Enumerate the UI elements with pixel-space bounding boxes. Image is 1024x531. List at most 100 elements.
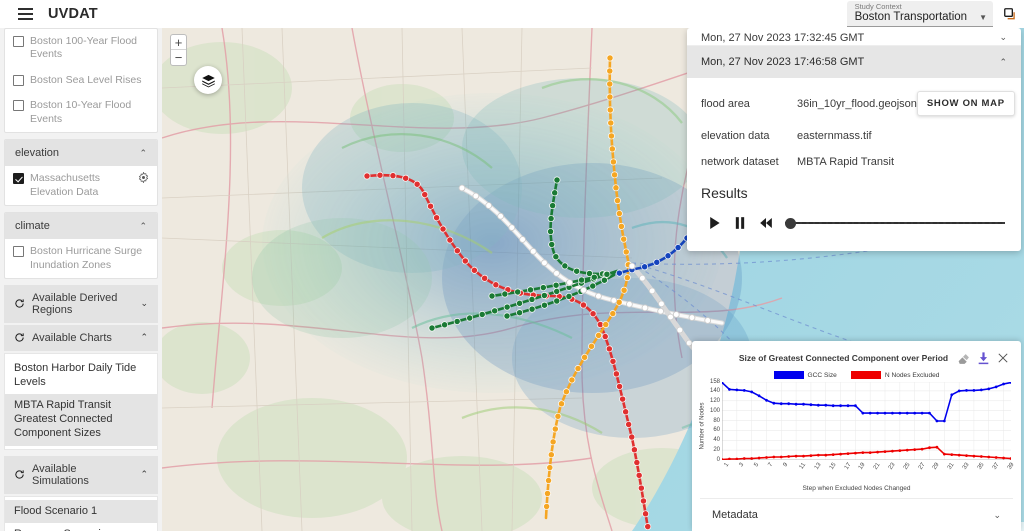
transit-station[interactable] <box>620 235 628 243</box>
transit-station[interactable] <box>644 523 652 531</box>
dataset-checkbox-row[interactable]: Boston 10-Year Flood Events <box>5 93 157 132</box>
transit-station[interactable] <box>606 93 614 101</box>
transit-station[interactable] <box>622 408 630 416</box>
transit-station[interactable] <box>547 215 555 222</box>
accordion-header[interactable]: Available Simulations ⌃ <box>4 455 158 494</box>
dataset-checkbox-row[interactable]: Massachusetts Elevation Data <box>5 166 157 205</box>
refresh-icon[interactable] <box>14 469 25 480</box>
transit-station[interactable] <box>637 484 645 492</box>
transit-station[interactable] <box>545 477 552 484</box>
transit-station[interactable] <box>470 266 478 274</box>
zoom-in-button[interactable]: + <box>171 35 186 50</box>
transit-station[interactable] <box>516 299 524 307</box>
transit-station[interactable] <box>581 353 589 361</box>
transit-station[interactable] <box>605 345 613 353</box>
transit-station[interactable] <box>558 400 565 408</box>
transit-station[interactable] <box>641 263 649 271</box>
transit-station[interactable] <box>612 370 620 378</box>
transit-station[interactable] <box>413 180 421 188</box>
transit-station[interactable] <box>625 420 633 428</box>
transit-station[interactable] <box>553 287 561 295</box>
transit-station[interactable] <box>590 273 598 281</box>
list-item[interactable]: MBTA Rapid Transit Greatest Connected Co… <box>5 394 157 446</box>
dataset-checkbox-row[interactable]: Boston Hurricane Surge Inundation Zones <box>5 239 157 278</box>
transit-station[interactable] <box>623 274 631 282</box>
transit-station[interactable] <box>676 326 684 334</box>
show-on-map-button[interactable]: SHOW ON MAP <box>916 91 1015 116</box>
transit-station[interactable] <box>615 210 623 217</box>
transit-station[interactable] <box>514 288 522 296</box>
study-context-select[interactable]: Study Context Boston Transportation ▼ <box>846 0 993 28</box>
transit-station[interactable] <box>552 253 560 261</box>
transit-station[interactable] <box>566 279 573 286</box>
metadata-accordion[interactable]: Metadata ⌄ <box>700 498 1013 531</box>
transit-station[interactable] <box>617 222 625 230</box>
transit-station[interactable] <box>672 311 680 318</box>
transit-station[interactable] <box>551 189 559 197</box>
transit-station[interactable] <box>472 192 480 200</box>
dataset-group-header[interactable]: elevation ⌃ <box>5 140 157 167</box>
transit-station[interactable] <box>497 212 504 220</box>
context-switch-icon[interactable] <box>1001 5 1018 22</box>
transit-station[interactable] <box>519 236 526 243</box>
transit-station[interactable] <box>458 184 466 192</box>
transit-station[interactable] <box>615 269 623 277</box>
run-row-expanded[interactable]: Mon, 27 Nov 2023 17:46:58 GMT ⌃ <box>687 46 1021 78</box>
transit-station[interactable] <box>609 158 617 166</box>
transit-station[interactable] <box>428 324 436 332</box>
transit-station[interactable] <box>481 274 489 282</box>
transit-station[interactable] <box>628 433 636 441</box>
transit-station[interactable] <box>549 438 557 446</box>
transit-station[interactable] <box>488 292 496 300</box>
transit-station[interactable] <box>640 497 647 505</box>
transit-station[interactable] <box>544 490 551 497</box>
play-icon[interactable] <box>701 213 727 233</box>
transit-station[interactable] <box>606 54 614 62</box>
transit-station[interactable] <box>704 317 712 324</box>
dataset-checkbox-row[interactable]: Boston Sea Level Rises <box>5 68 157 93</box>
dataset-group-header[interactable]: climate ⌃ <box>5 213 157 240</box>
transit-station[interactable] <box>485 202 492 209</box>
transit-station[interactable] <box>658 300 665 308</box>
transit-station[interactable] <box>633 459 641 466</box>
transit-station[interactable] <box>589 282 597 290</box>
transit-station[interactable] <box>608 132 615 140</box>
transit-station[interactable] <box>608 145 616 153</box>
transit-station[interactable] <box>619 395 627 403</box>
transit-station[interactable] <box>565 292 573 300</box>
transit-station[interactable] <box>622 248 630 256</box>
eraser-icon[interactable] <box>953 349 973 367</box>
transit-station[interactable] <box>453 247 461 255</box>
transit-station[interactable] <box>611 171 619 179</box>
list-item[interactable]: Flood Scenario 1 <box>5 499 157 524</box>
list-item[interactable]: Recovery Scenario <box>5 523 157 531</box>
timeline-slider[interactable] <box>785 217 1005 229</box>
transit-station[interactable] <box>461 257 469 265</box>
transit-station[interactable] <box>508 224 516 231</box>
transit-station[interactable] <box>688 314 696 321</box>
transit-station[interactable] <box>620 286 628 294</box>
transit-station[interactable] <box>491 307 499 315</box>
zoom-out-button[interactable]: − <box>171 50 186 65</box>
run-row-collapsed[interactable]: Mon, 27 Nov 2023 17:32:45 GMT ⌄ <box>687 28 1021 46</box>
transit-station[interactable] <box>657 307 664 315</box>
transit-station[interactable] <box>540 292 548 299</box>
transit-station[interactable] <box>446 236 454 244</box>
close-icon[interactable] <box>993 349 1013 367</box>
transit-station[interactable] <box>603 270 611 278</box>
layers-icon[interactable] <box>194 66 222 94</box>
transit-station[interactable] <box>492 281 500 289</box>
transit-station[interactable] <box>453 318 461 325</box>
transit-station[interactable] <box>600 276 608 284</box>
checkbox[interactable] <box>13 173 24 185</box>
transit-station[interactable] <box>501 290 509 298</box>
transit-station[interactable] <box>552 281 560 289</box>
transit-station[interactable] <box>553 297 561 305</box>
transit-station[interactable] <box>612 184 620 192</box>
transit-station[interactable] <box>441 321 449 329</box>
transit-station[interactable] <box>439 225 447 233</box>
transit-station[interactable] <box>614 197 621 205</box>
transit-station[interactable] <box>547 228 555 235</box>
transit-station[interactable] <box>541 301 548 309</box>
rewind-icon[interactable] <box>753 213 779 233</box>
